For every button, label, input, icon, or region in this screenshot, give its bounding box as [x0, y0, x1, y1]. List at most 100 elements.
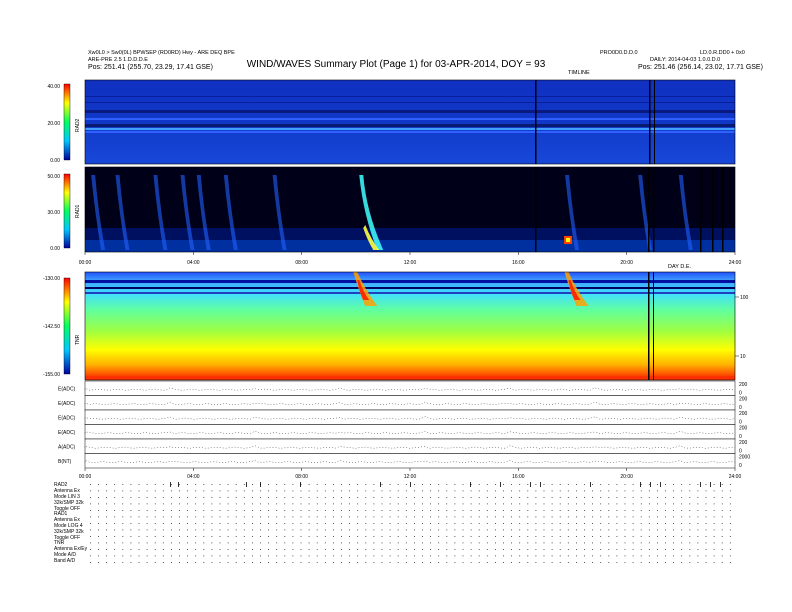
footer-dot	[252, 490, 253, 492]
footer-dot	[462, 536, 464, 537]
footer-dot	[511, 523, 512, 524]
footer-dot	[211, 484, 213, 485]
footer-dot	[422, 542, 423, 544]
footer-dot	[179, 536, 180, 537]
footer-dot	[98, 529, 99, 531]
footer-dot	[559, 497, 561, 498]
footer-dot	[341, 562, 342, 563]
footer-dot	[316, 536, 318, 537]
footer-dot	[592, 523, 593, 524]
footer-dot	[130, 490, 132, 492]
footer-dot	[171, 490, 172, 492]
footer-dot	[130, 536, 132, 537]
footer-dot	[576, 529, 577, 531]
footer-dot	[648, 529, 650, 531]
footer-dot	[478, 516, 480, 518]
footer-mark	[300, 482, 301, 487]
footer-dot	[235, 503, 237, 505]
footer-dot	[713, 529, 715, 531]
footer-dot	[195, 516, 197, 518]
footer-dot	[697, 497, 699, 498]
footer-dot	[486, 510, 488, 511]
footer-dot	[349, 542, 350, 544]
footer-dot	[349, 484, 350, 485]
footer-dot	[292, 529, 294, 531]
footer-dot	[438, 555, 440, 557]
footer-dot	[608, 484, 610, 485]
footer-dot	[211, 529, 213, 531]
footer-dot	[195, 484, 197, 485]
footer-dot	[584, 523, 585, 524]
footer-dot	[478, 503, 480, 505]
footer-dot	[430, 497, 431, 498]
footer-mark	[700, 482, 701, 487]
footer-dot	[324, 503, 326, 505]
footer-dot	[333, 536, 334, 537]
footer-dot	[624, 516, 626, 518]
footer-dot	[284, 536, 286, 537]
footer-dot	[154, 510, 156, 511]
footer-dot	[300, 549, 302, 550]
footer-dot	[470, 562, 472, 563]
footer-dot	[122, 503, 124, 505]
footer-dot	[422, 484, 423, 485]
footer-dot	[551, 484, 553, 485]
time-axis-upper: 00:00 04:00 08:00 12:00 16:00 20:00 24:00	[79, 252, 741, 266]
footer-dot	[721, 516, 723, 518]
footer-dot	[470, 529, 472, 531]
footer-dot	[154, 536, 156, 537]
footer-dot	[697, 490, 699, 492]
footer-dot	[292, 516, 294, 518]
footer-dot	[219, 484, 221, 485]
footer-dot	[397, 555, 399, 557]
footer-dot	[114, 516, 116, 518]
footer-dot	[397, 490, 399, 492]
footer-dot	[179, 555, 180, 557]
footer-dot	[681, 555, 683, 557]
footer-dot	[503, 562, 504, 563]
footer-dot	[713, 490, 715, 492]
footer-dot	[179, 529, 180, 531]
footer-dot	[438, 490, 440, 492]
footer-dot	[567, 536, 569, 537]
footer-dot	[300, 555, 302, 557]
footer-dot	[673, 549, 674, 550]
footer-dot	[422, 490, 423, 492]
footer-dot	[243, 555, 245, 557]
footer-dot	[511, 536, 512, 537]
footer-dot	[559, 523, 561, 524]
footer-dot	[519, 523, 521, 524]
plot-canvas: RAD2 40.00 20.00 0.00 RAD1 50.00 30.00 0…	[43, 79, 750, 563]
footer-dot	[729, 516, 731, 518]
footer-dot	[316, 529, 318, 531]
line-panel-label: B(NT)	[58, 459, 72, 465]
footer-dot	[478, 523, 480, 524]
footer-dot	[470, 503, 472, 505]
footer-dot	[106, 516, 107, 518]
footer-dot	[519, 490, 521, 492]
footer-dot	[600, 523, 602, 524]
footer-dot	[333, 484, 334, 485]
footer-dot	[389, 503, 391, 505]
footer-dot	[292, 497, 294, 498]
footer-dot	[559, 536, 561, 537]
footer-dot	[689, 484, 691, 485]
footer-dot	[640, 516, 642, 518]
footer-dot	[705, 497, 707, 498]
footer-dot	[195, 529, 197, 531]
footer-dot	[689, 542, 691, 544]
footer-dot	[365, 555, 367, 557]
footer-dot	[130, 542, 132, 544]
footer-dot	[300, 490, 302, 492]
footer-dot	[543, 516, 545, 518]
footer-dot	[268, 510, 269, 511]
footer-dot	[511, 497, 512, 498]
footer-dot	[268, 562, 269, 563]
footer-dot	[397, 523, 399, 524]
rad1-colorbar	[63, 173, 71, 249]
footer-dot	[146, 497, 148, 498]
footer-dot	[705, 516, 707, 518]
footer-dot	[576, 490, 577, 492]
footer-dot	[414, 497, 415, 498]
footer-dot	[600, 484, 602, 485]
